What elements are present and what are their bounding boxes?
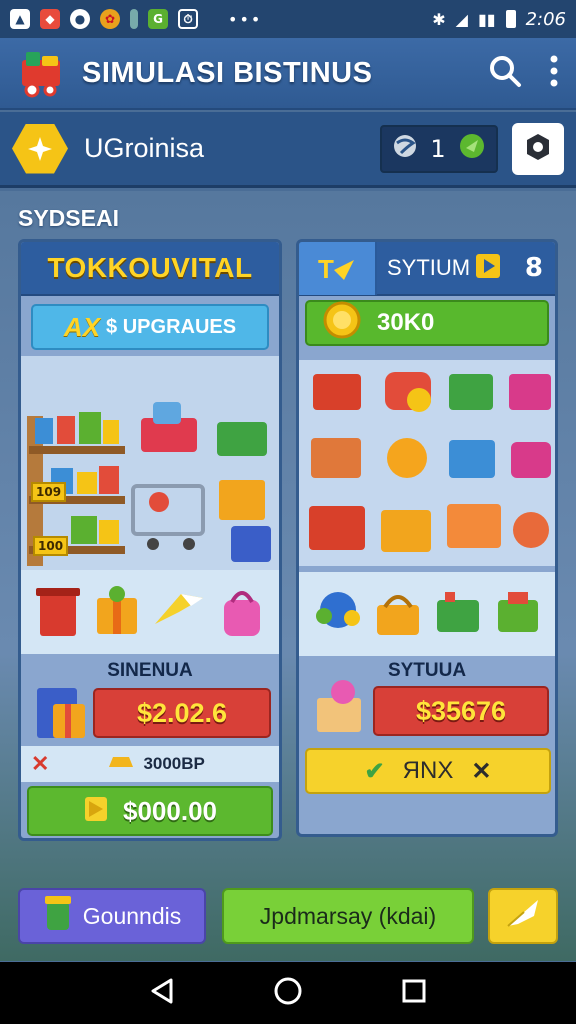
app-icon: G	[148, 9, 168, 29]
store-panel-left: TOKKOUVITAL AX $ UPGRAUES 109 100 SINENU…	[18, 239, 282, 841]
app-title: SIMULASI BISTINUS	[82, 56, 373, 89]
right-items-grid	[299, 360, 555, 566]
status-bar: ▲ ◆ ● ✿ G ⏱ ••• ✱ ◢ ▮▮ 2:06	[0, 0, 576, 38]
gold-coin-icon	[323, 301, 361, 346]
left-item-row	[21, 570, 279, 654]
right-price-value: $35676	[415, 695, 507, 726]
left-sub-row: ✕ 3000BP	[21, 746, 279, 782]
gift-box-icon[interactable]	[93, 584, 141, 640]
coin-count: 1	[430, 134, 446, 163]
chrome-icon: ●	[70, 9, 90, 29]
main-area: SYDSEAI TOKKOUVITAL AX $ UPGRAUES 109 10…	[0, 191, 576, 961]
trash-bin-icon[interactable]	[34, 582, 82, 642]
bottom-center-button[interactable]: Jpdmarsay (kdai)	[222, 888, 474, 944]
coin-counter[interactable]: 1	[380, 124, 498, 173]
signal-icon: ▮▮	[477, 9, 496, 29]
wifi-icon: ◢	[455, 9, 468, 29]
add-coins-icon[interactable]	[458, 132, 486, 166]
clock: 2:06	[525, 8, 566, 30]
username: UGroinisa	[84, 133, 205, 163]
right-tab-icon[interactable]: T	[299, 242, 377, 295]
home-icon[interactable]	[273, 976, 303, 1010]
app-logo-icon	[16, 46, 70, 100]
battery-icon	[505, 10, 516, 28]
right-action-label: ЯNX	[402, 757, 454, 784]
left-price-value: $2.02.6	[136, 697, 228, 728]
leaf-icon	[504, 896, 542, 936]
upgrade-prefix: AX	[63, 311, 101, 342]
right-panel-header: T SYTIUM 8	[299, 242, 555, 296]
right-tab-count: 8	[524, 253, 543, 283]
globe-icon	[392, 133, 418, 165]
left-item-name: SINENUA	[107, 660, 193, 681]
star-icon[interactable]	[151, 588, 207, 636]
right-coin-button[interactable]: 30K0	[305, 300, 549, 346]
right-coin-label: 30K0	[377, 309, 435, 336]
search-icon[interactable]	[488, 54, 522, 92]
basket-icon[interactable]	[373, 587, 423, 641]
right-item-row	[299, 572, 555, 656]
more-vert-icon[interactable]	[548, 54, 560, 92]
check-icon: ✔	[364, 757, 385, 785]
app-bar: SIMULASI BISTINUS	[0, 38, 576, 110]
gear-icon	[523, 132, 553, 166]
upgrade-label: $ UPGRAUES	[106, 315, 237, 338]
game-icon: ✿	[100, 9, 120, 29]
left-shelf-area: 109 100	[21, 356, 279, 570]
ticket-icon	[83, 793, 109, 830]
alarm-icon: ⏱	[178, 9, 198, 29]
left-buy-button[interactable]: $000.00	[27, 786, 273, 836]
recents-icon[interactable]	[401, 978, 427, 1008]
section-label: SYDSEAI	[18, 205, 119, 231]
bottom-right-button[interactable]	[488, 888, 558, 944]
svg-text:T: T	[318, 254, 334, 284]
bottom-center-label: Jpdmarsay (kdai)	[259, 902, 437, 929]
left-price-button[interactable]: $2.02.6	[93, 688, 271, 738]
play-icon[interactable]	[476, 254, 501, 282]
bottom-action-bar: Gounndis Jpdmarsay (kdai)	[0, 884, 576, 956]
store-panel-right: T SYTIUM 8 30K0 SYTUUA $35676 ✔ ЯNX ✕	[296, 239, 558, 837]
bag-icon[interactable]	[218, 582, 266, 642]
bluetooth-icon: ✱	[432, 9, 446, 29]
back-icon[interactable]	[149, 977, 175, 1009]
left-price-icon	[35, 682, 89, 746]
right-price-icon	[313, 678, 371, 742]
user-bar: UGroinisa 1	[0, 112, 576, 188]
close-small-icon: ✕	[471, 757, 492, 785]
sim-icon	[130, 9, 138, 29]
shelf-tag-1: 109	[31, 482, 67, 502]
bottom-left-button[interactable]: Gounndis	[18, 888, 206, 944]
jar-icon	[43, 894, 73, 938]
upgrade-button[interactable]: AX $ UPGRAUES	[31, 304, 269, 350]
left-buy-label: $000.00	[123, 795, 217, 826]
right-action-button[interactable]: ✔ ЯNX ✕	[305, 748, 551, 794]
settings-button[interactable]	[512, 122, 564, 175]
system-nav-bar	[0, 962, 576, 1024]
left-panel-header: TOKKOUVITAL	[21, 242, 279, 296]
right-tab-label: SYTIUM	[387, 255, 471, 280]
bottom-left-label: Gounndis	[82, 902, 182, 929]
picture-icon: ▲	[10, 9, 30, 29]
gold-bar-icon	[109, 753, 134, 776]
close-icon[interactable]: ✕	[31, 751, 49, 777]
balloon-icon[interactable]	[312, 584, 362, 644]
crate-icon[interactable]	[494, 588, 542, 640]
shield-icon: ◆	[40, 9, 60, 29]
left-sub-value: 3000BP	[143, 754, 205, 773]
shelf-tag-2: 100	[33, 536, 69, 556]
rank-badge-icon	[12, 123, 68, 174]
more-notifications-icon: •••	[228, 9, 263, 29]
left-panel-title: TOKKOUVITAL	[47, 252, 253, 283]
green-basket-icon[interactable]	[433, 588, 483, 640]
right-price-button[interactable]: $35676	[373, 686, 549, 736]
